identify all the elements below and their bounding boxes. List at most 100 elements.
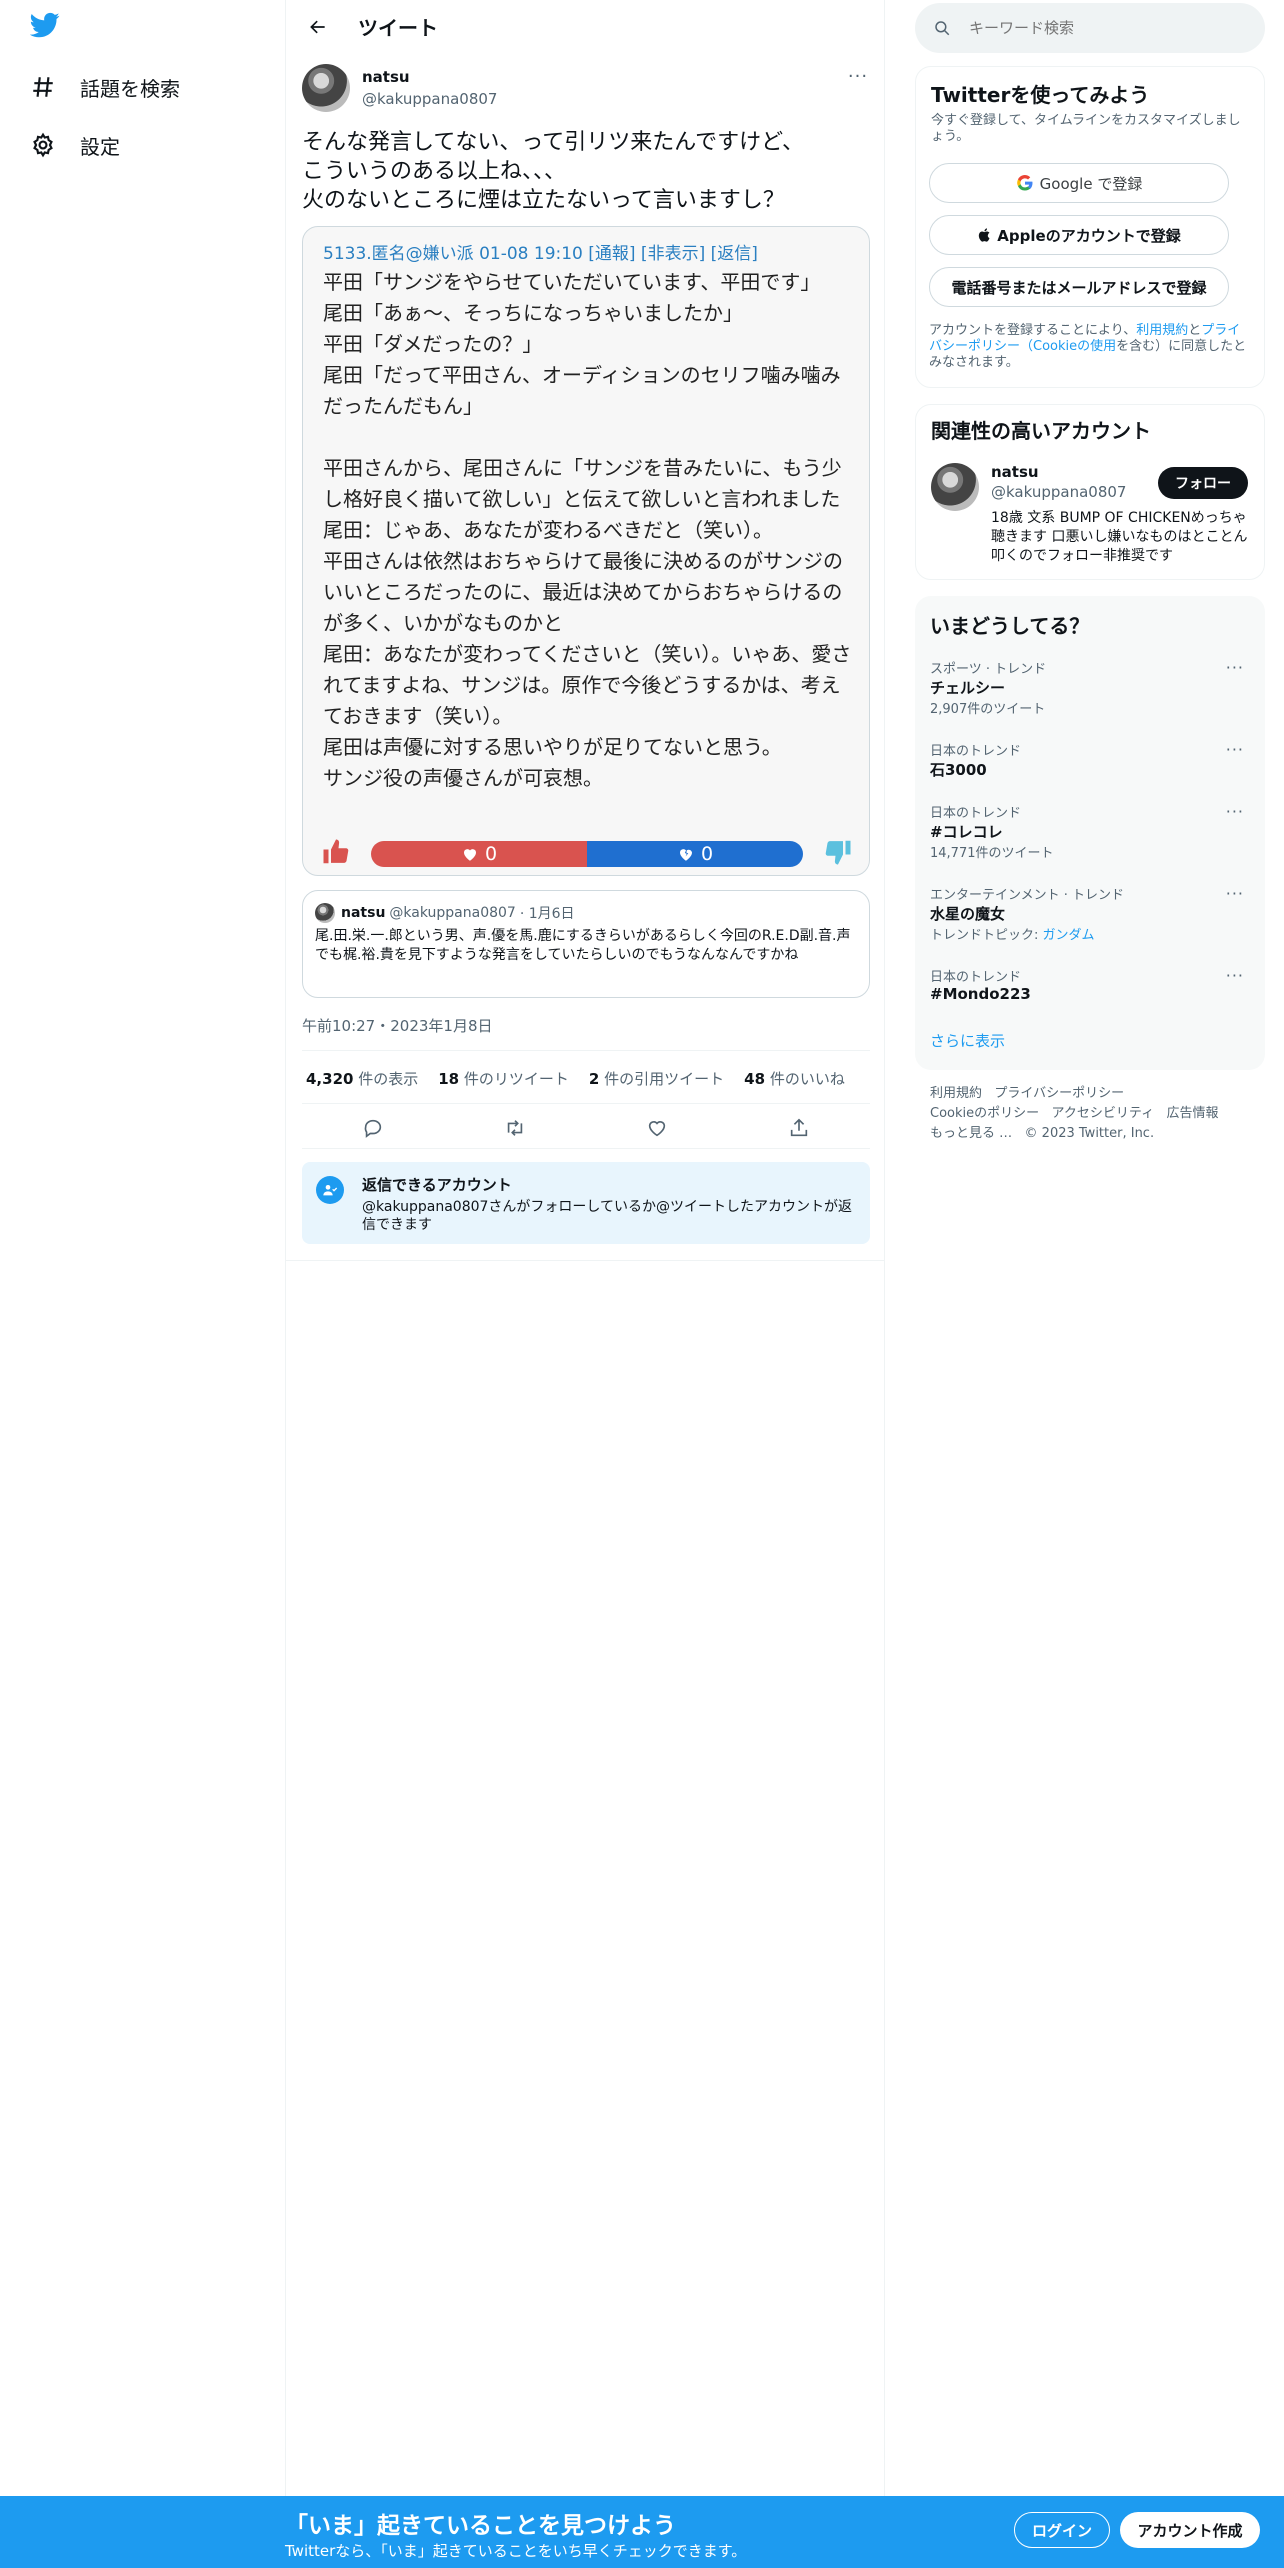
related-handle[interactable]: @kakuppana0807 <box>991 483 1126 501</box>
trends-title: いまどうしてる？ <box>930 614 1090 638</box>
vote-row: 0 0 <box>319 837 855 867</box>
tweet-timestamp[interactable]: 午前10:27・2023年1月8日 <box>302 1015 493 1036</box>
signup-card: Twitterを使ってみよう 今すぐ登録して、タイムラインをカスタマイズしましょ… <box>915 66 1265 388</box>
twitter-logo-icon[interactable] <box>29 10 70 50</box>
thumbs-down-icon <box>821 837 855 867</box>
footer-link[interactable]: 広告情報 <box>1167 1106 1219 1121</box>
trend-item[interactable]: スポーツ · トレンド チェルシー 2,907件のツイート ··· <box>930 658 1260 717</box>
embedded-post-image[interactable]: 5133.匿名@嫌い派 01-08 19:10 [通報] [非表示] [返信] … <box>302 226 870 876</box>
nav-explore-label: 話題を検索 <box>80 76 180 101</box>
signup-subtitle: 今すぐ登録して、タイムラインをカスタマイズしましょう。 <box>931 113 1241 144</box>
post-body: 平田「サンジをやらせていただいています、平田です」 尾田「あぁ〜、そっちになっち… <box>323 270 852 790</box>
trend-item[interactable]: 日本のトレンド #コレコレ 14,771件のツイート ··· <box>930 802 1260 861</box>
avatar[interactable] <box>302 64 350 112</box>
signup-terms: アカウントを登録することにより、利用規約とプライバシーポリシー（Cookieの使… <box>929 323 1247 370</box>
page-header: ツイート <box>286 0 884 53</box>
signup-title: Twitterを使ってみよう <box>931 83 1150 107</box>
bottom-bar-subtitle: Twitterなら、「いま」起きていることをいち早くチェックできます。 <box>285 2542 747 2560</box>
post-header: 5133.匿名@嫌い派 01-08 19:10 [通報] [非表示] [返信] <box>323 244 758 264</box>
tweet-text: そんな発言してない、って引リツ来たんですけど、 こういうのある以上ね、、、 火の… <box>302 130 805 213</box>
retweet-icon[interactable] <box>504 1117 526 1139</box>
quoted-tweet[interactable]: natsu @kakuppana0807 · 1月6日 尾.田.栄.一.郎という… <box>302 890 870 998</box>
more-options-icon[interactable]: ··· <box>1226 802 1244 821</box>
heart-icon <box>463 849 476 861</box>
search-input[interactable] <box>969 19 1229 37</box>
dislike-count: 0 <box>587 841 803 867</box>
copyright: © 2023 Twitter, Inc. <box>1024 1126 1155 1141</box>
share-icon[interactable] <box>788 1117 810 1139</box>
login-button[interactable]: ログイン <box>1014 2512 1110 2548</box>
related-avatar[interactable] <box>931 463 979 511</box>
quoted-author-name: natsu <box>341 905 386 921</box>
more-options-icon[interactable]: ··· <box>843 66 873 87</box>
author-name[interactable]: natsu <box>362 68 410 86</box>
terms-link[interactable]: 利用規約 <box>1136 323 1188 338</box>
tweet-actions <box>302 1110 870 1146</box>
thumbs-up-icon <box>319 837 353 867</box>
like-icon[interactable] <box>646 1117 668 1139</box>
google-signup-button[interactable]: Google で登録 <box>929 163 1229 203</box>
left-nav: 話題を検索 設定 <box>0 0 285 2496</box>
apple-icon <box>979 228 990 242</box>
main-column: ツイート natsu @kakuppana0807 ··· そんな発言してない、… <box>285 0 885 2496</box>
trend-item[interactable]: エンターテインメント · トレンド 水星の魔女 トレンドトピック: ガンダム ·… <box>930 884 1260 943</box>
stat-retweets[interactable]: 18 件のリツイート <box>438 1068 569 1089</box>
apple-signup-button[interactable]: Appleのアカウントで登録 <box>929 215 1229 255</box>
vote-bar: 0 0 <box>371 841 803 867</box>
quoted-tweet-header: natsu @kakuppana0807 · 1月6日 <box>315 903 575 923</box>
footer-link[interactable]: 利用規約 <box>930 1086 982 1101</box>
footer-link[interactable]: プライバシーポリシー <box>994 1086 1124 1101</box>
trends-card: いまどうしてる？ スポーツ · トレンド チェルシー 2,907件のツイート ·… <box>915 596 1265 1070</box>
more-options-icon[interactable]: ··· <box>1226 740 1244 759</box>
reply-restriction-notice: 返信できるアカウント @kakuppana0807さんがフォローしているか@ツイ… <box>302 1162 870 1244</box>
bottom-signup-bar: 「いま」起きていることを見つけよう Twitterなら、「いま」起きていることを… <box>0 2496 1284 2568</box>
reply-icon[interactable] <box>362 1117 384 1139</box>
quoted-author-handle: @kakuppana0807 <box>389 905 516 921</box>
bottom-bar-title: 「いま」起きていることを見つけよう <box>285 2513 676 2539</box>
more-options-icon[interactable]: ··· <box>1226 658 1244 677</box>
follow-button[interactable]: フォロー <box>1158 467 1248 499</box>
tweet-stats: 4,320 件の表示 18 件のリツイート 2 件の引用ツイート 48 件のいい… <box>306 1068 845 1089</box>
nav-settings[interactable]: 設定 <box>30 120 120 170</box>
hashtag-icon <box>33 77 53 97</box>
like-count: 0 <box>371 841 587 867</box>
footer-more-link[interactable]: もっと見る … <box>930 1126 1012 1141</box>
search-bar[interactable] <box>915 3 1265 53</box>
quoted-tweet-text: 尾.田.栄.一.郎という男、声.優を馬.鹿にするきらいがあるらしく今回のR.E.… <box>315 928 851 963</box>
reply-notice-description: @kakuppana0807さんがフォローしているか@ツイートしたアカウントが返… <box>362 1199 853 1233</box>
google-icon <box>1016 174 1033 191</box>
back-button[interactable] <box>302 11 334 43</box>
trend-item[interactable]: 日本のトレンド 石3000 ··· <box>930 740 1260 780</box>
more-options-icon[interactable]: ··· <box>1226 966 1244 985</box>
reply-notice-title: 返信できるアカウント <box>362 1176 512 1194</box>
nav-explore[interactable]: 話題を検索 <box>30 62 180 112</box>
page-title: ツイート <box>358 16 438 40</box>
divider <box>286 1260 884 1261</box>
signup-button[interactable]: アカウント作成 <box>1120 2512 1260 2548</box>
show-more-link[interactable]: さらに表示 <box>930 1030 1005 1051</box>
right-sidebar: Twitterを使ってみよう 今すぐ登録して、タイムラインをカスタマイズしましょ… <box>915 0 1265 2496</box>
quoted-avatar <box>315 903 335 923</box>
divider <box>302 1050 870 1051</box>
broken-heart-icon <box>679 849 692 861</box>
nav-settings-label: 設定 <box>80 134 120 159</box>
author-handle[interactable]: @kakuppana0807 <box>362 90 497 108</box>
trend-item[interactable]: 日本のトレンド #Mondo223 ··· <box>930 966 1260 1003</box>
search-icon <box>935 21 950 36</box>
footer-links: 利用規約 プライバシーポリシー Cookieのポリシー アクセシビリティ 広告情… <box>930 1084 1260 1144</box>
divider <box>302 1148 870 1149</box>
footer-link[interactable]: アクセシビリティ <box>1052 1106 1155 1121</box>
related-title: 関連性の高いアカウント <box>931 419 1151 443</box>
more-options-icon[interactable]: ··· <box>1226 884 1244 903</box>
trend-topic-link[interactable]: ガンダム <box>1043 928 1095 943</box>
related-name[interactable]: natsu <box>991 463 1039 481</box>
arrow-left-icon <box>310 20 325 33</box>
footer-link[interactable]: Cookieのポリシー <box>930 1106 1039 1121</box>
stat-quote-tweets[interactable]: 2 件の引用ツイート <box>589 1068 724 1089</box>
phone-email-signup-button[interactable]: 電話番号またはメールアドレスで登録 <box>929 267 1229 307</box>
related-accounts-card: 関連性の高いアカウント natsu @kakuppana0807 フォロー 18… <box>915 404 1265 580</box>
gear-icon <box>33 132 53 158</box>
divider <box>302 1103 870 1104</box>
user-check-icon <box>316 1176 344 1204</box>
stat-likes[interactable]: 48 件のいいね <box>744 1068 845 1089</box>
